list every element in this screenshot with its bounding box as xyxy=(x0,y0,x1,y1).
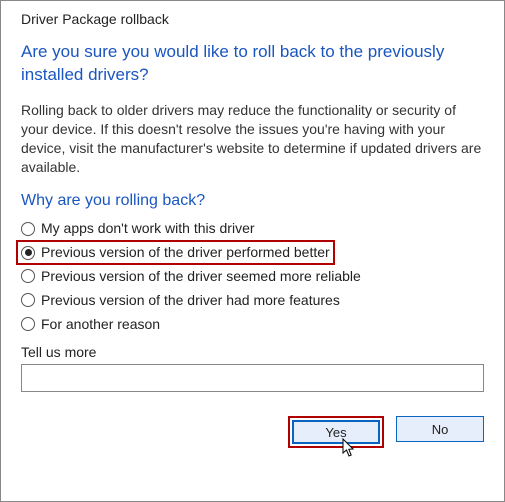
reason-label: Previous version of the driver performed… xyxy=(41,244,330,261)
confirm-heading: Are you sure you would like to roll back… xyxy=(21,41,484,87)
warning-text: Rolling back to older drivers may reduce… xyxy=(21,101,484,177)
button-row: Yes No xyxy=(21,416,484,448)
radio-icon xyxy=(21,317,35,331)
yes-highlight: Yes xyxy=(288,416,384,448)
tellus-input[interactable] xyxy=(21,364,484,392)
reason-option-more-reliable[interactable]: Previous version of the driver seemed mo… xyxy=(21,268,361,285)
window-title: Driver Package rollback xyxy=(21,11,484,27)
reason-radio-group: My apps don't work with this driver Prev… xyxy=(21,220,484,332)
reason-option-apps[interactable]: My apps don't work with this driver xyxy=(21,220,255,237)
radio-icon xyxy=(21,246,35,260)
reason-heading: Why are you rolling back? xyxy=(21,192,484,210)
radio-icon xyxy=(21,222,35,236)
reason-option-more-features[interactable]: Previous version of the driver had more … xyxy=(21,292,340,309)
reason-label: My apps don't work with this driver xyxy=(41,220,255,237)
reason-label: Previous version of the driver seemed mo… xyxy=(41,268,361,285)
yes-button[interactable]: Yes xyxy=(292,420,380,444)
reason-option-another[interactable]: For another reason xyxy=(21,316,160,333)
dialog-panel: Driver Package rollback Are you sure you… xyxy=(1,1,504,462)
reason-label: For another reason xyxy=(41,316,160,333)
reason-label: Previous version of the driver had more … xyxy=(41,292,340,309)
no-button[interactable]: No xyxy=(396,416,484,442)
radio-icon xyxy=(21,269,35,283)
radio-icon xyxy=(21,293,35,307)
tellus-label: Tell us more xyxy=(21,344,484,360)
reason-option-performed-better[interactable]: Previous version of the driver performed… xyxy=(16,240,335,265)
